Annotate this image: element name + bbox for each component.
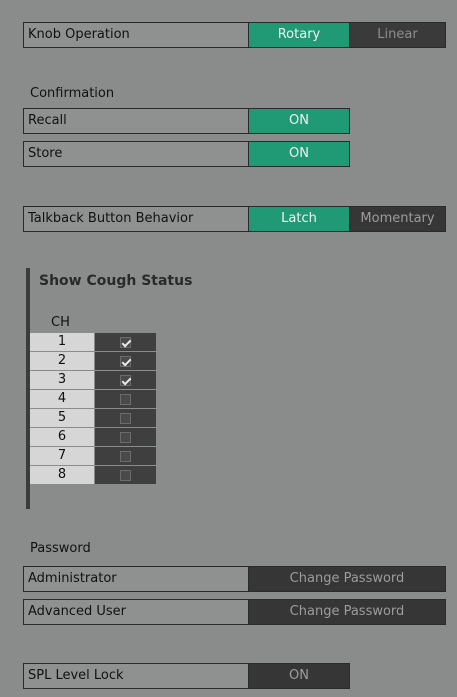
store-on-button[interactable]: ON [249, 141, 350, 167]
recall-on-button[interactable]: ON [249, 108, 350, 134]
advanced-user-label: Advanced User [23, 599, 249, 625]
table-row: 1 [30, 333, 156, 352]
talkback-momentary-button[interactable]: Momentary [350, 206, 446, 232]
store-row: Store ON [23, 141, 350, 167]
ch-column-header: CH [51, 315, 70, 330]
table-row: 6 [30, 428, 156, 447]
channel-8-cough-cell[interactable] [95, 466, 156, 484]
knob-linear-button[interactable]: Linear [350, 22, 446, 48]
table-row: 4 [30, 390, 156, 409]
talkback-latch-button[interactable]: Latch [249, 206, 350, 232]
table-row: 5 [30, 409, 156, 428]
channel-5-checkbox[interactable] [120, 412, 131, 424]
channel-1-cough-cell[interactable] [95, 333, 156, 351]
channel-2-checkbox[interactable] [120, 355, 131, 367]
cough-status-table: 1 2 3 4 5 6 7 8 [30, 333, 156, 485]
cough-status-title: Show Cough Status [39, 273, 193, 289]
table-row: 3 [30, 371, 156, 390]
talkback-row: Talkback Button Behavior Latch Momentary [23, 206, 446, 232]
password-heading: Password [30, 541, 91, 556]
channel-number: 8 [30, 466, 95, 484]
advanced-user-change-password-button[interactable]: Change Password [249, 599, 446, 625]
channel-number: 1 [30, 333, 95, 351]
spl-level-lock-on-button[interactable]: ON [249, 663, 350, 689]
spl-level-lock-label: SPL Level Lock [23, 663, 249, 689]
channel-7-cough-cell[interactable] [95, 447, 156, 465]
advanced-user-row: Advanced User Change Password [23, 599, 446, 625]
recall-label: Recall [23, 108, 249, 134]
channel-8-checkbox[interactable] [120, 469, 131, 481]
knob-rotary-button[interactable]: Rotary [249, 22, 350, 48]
knob-operation-label: Knob Operation [23, 22, 249, 48]
channel-6-cough-cell[interactable] [95, 428, 156, 446]
spl-level-lock-row: SPL Level Lock ON [23, 663, 350, 689]
channel-3-checkbox[interactable] [120, 374, 131, 386]
administrator-row: Administrator Change Password [23, 566, 446, 592]
channel-5-cough-cell[interactable] [95, 409, 156, 427]
channel-6-checkbox[interactable] [120, 431, 131, 443]
recall-row: Recall ON [23, 108, 350, 134]
channel-7-checkbox[interactable] [120, 450, 131, 462]
channel-number: 2 [30, 352, 95, 370]
table-row: 7 [30, 447, 156, 466]
channel-number: 5 [30, 409, 95, 427]
channel-2-cough-cell[interactable] [95, 352, 156, 370]
channel-number: 4 [30, 390, 95, 408]
table-row: 8 [30, 466, 156, 485]
knob-operation-row: Knob Operation Rotary Linear [23, 22, 446, 48]
channel-4-checkbox[interactable] [120, 393, 131, 405]
channel-4-cough-cell[interactable] [95, 390, 156, 408]
table-row: 2 [30, 352, 156, 371]
administrator-label: Administrator [23, 566, 249, 592]
channel-3-cough-cell[interactable] [95, 371, 156, 389]
store-label: Store [23, 141, 249, 167]
talkback-label: Talkback Button Behavior [23, 206, 249, 232]
channel-number: 6 [30, 428, 95, 446]
channel-number: 7 [30, 447, 95, 465]
channel-number: 3 [30, 371, 95, 389]
channel-1-checkbox[interactable] [120, 336, 131, 348]
administrator-change-password-button[interactable]: Change Password [249, 566, 446, 592]
confirmation-heading: Confirmation [30, 86, 115, 101]
